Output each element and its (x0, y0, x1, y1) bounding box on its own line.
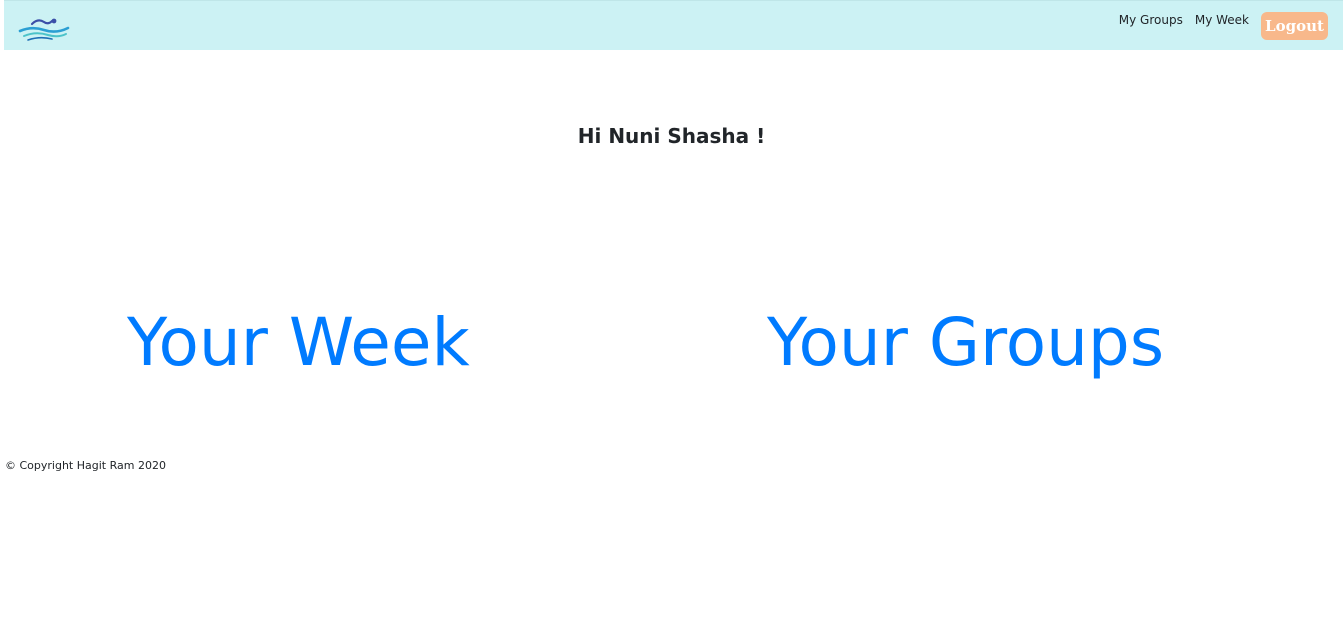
your-week-link[interactable]: Your Week (127, 297, 470, 389)
your-groups-link[interactable]: Your Groups (767, 297, 1164, 389)
nav-link-my-groups[interactable]: My Groups (1119, 13, 1183, 27)
swimmer-logo-icon[interactable] (18, 14, 70, 44)
nav-link-my-week[interactable]: My Week (1195, 13, 1249, 27)
footer-copyright: © Copyright Hagit Ram 2020 (5, 459, 166, 472)
greeting-heading: Hi Nuni Shasha ! (577, 124, 766, 148)
logout-button[interactable]: Logout (1261, 12, 1328, 40)
nav-links: My Groups My Week Logout (1119, 12, 1328, 40)
navbar: My Groups My Week Logout (4, 0, 1343, 50)
